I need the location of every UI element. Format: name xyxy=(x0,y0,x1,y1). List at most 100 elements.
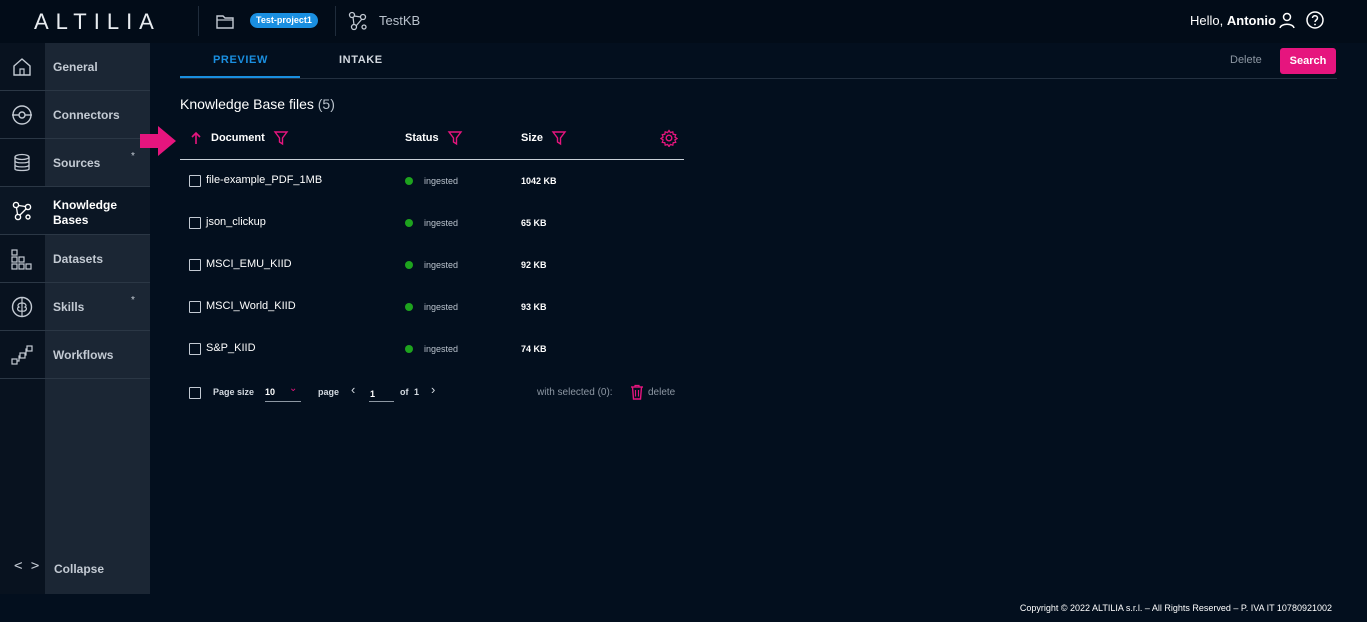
file-size: 65 KB xyxy=(521,218,547,228)
sidebar-item-skills[interactable]: Skills * xyxy=(0,283,150,331)
active-tab-indicator xyxy=(180,76,300,78)
chevron-right-icon[interactable]: › xyxy=(431,382,435,397)
document-name[interactable]: MSCI_EMU_KIID xyxy=(206,258,292,270)
sidebar-item-datasets[interactable]: Datasets xyxy=(0,235,150,283)
status-text: ingested xyxy=(424,260,459,270)
app-logo[interactable]: ALTILIA xyxy=(34,9,161,35)
with-selected-label: with selected (0): xyxy=(537,387,613,398)
sidebar: General Connectors Sources * Knowledge B… xyxy=(0,43,150,594)
row-checkbox[interactable] xyxy=(189,301,201,313)
document-name[interactable]: MSCI_World_KIID xyxy=(206,300,296,312)
folder-icon[interactable] xyxy=(214,10,236,32)
status-text: ingested xyxy=(424,176,459,186)
table-row[interactable]: file-example_PDF_1MB ingested 1042 KB xyxy=(180,160,684,202)
star-marker: * xyxy=(131,151,135,162)
greeting-prefix: Hello, xyxy=(1190,13,1224,28)
status-dot xyxy=(405,345,413,353)
search-button[interactable]: Search xyxy=(1280,48,1336,74)
status-text: ingested xyxy=(424,218,459,228)
tab-intake[interactable]: INTAKE xyxy=(339,54,383,66)
copyright-text: Copyright © 2022 ALTILIA s.r.l. – All Ri… xyxy=(1019,603,1332,613)
row-checkbox[interactable] xyxy=(189,175,201,187)
status-text: ingested xyxy=(424,302,459,312)
bulk-delete-button[interactable]: delete xyxy=(648,387,675,398)
sidebar-item-sources[interactable]: Sources * xyxy=(0,139,150,187)
table-row[interactable]: MSCI_World_KIID ingested 93 KB xyxy=(180,286,684,328)
sidebar-item-label: Knowledge Bases xyxy=(53,198,118,227)
file-count: (5) xyxy=(317,96,335,112)
status-dot xyxy=(405,303,413,311)
sidebar-item-label: Skills xyxy=(53,300,85,314)
star-marker: * xyxy=(131,295,135,306)
kb-name: TestKB xyxy=(379,13,421,28)
sidebar-item-label: Connectors xyxy=(53,108,120,122)
status-dot xyxy=(405,177,413,185)
table-row[interactable]: json_clickup ingested 65 KB xyxy=(180,202,684,244)
filter-icon[interactable] xyxy=(551,130,567,146)
total-pages: 1 xyxy=(414,387,420,397)
arrow-right-icon xyxy=(138,124,178,158)
of-label: of xyxy=(400,387,409,397)
row-checkbox[interactable] xyxy=(189,217,201,229)
collapse-label: Collapse xyxy=(54,562,105,576)
tab-preview[interactable]: PREVIEW xyxy=(213,54,268,66)
page-label: page xyxy=(318,387,340,397)
status-text: ingested xyxy=(424,344,459,354)
divider xyxy=(198,6,199,36)
column-header-document[interactable]: Document xyxy=(211,132,265,144)
sidebar-item-knowledge-bases[interactable]: Knowledge Bases xyxy=(0,187,150,235)
filter-icon[interactable] xyxy=(273,130,289,146)
database-icon xyxy=(10,151,34,175)
graph-icon xyxy=(347,10,369,32)
page-size-value: 10 xyxy=(265,387,276,397)
file-size: 92 KB xyxy=(521,260,547,270)
sort-ascending-icon[interactable] xyxy=(188,130,204,146)
file-size: 74 KB xyxy=(521,344,547,354)
sidebar-item-label: Sources xyxy=(53,156,101,170)
sidebar-item-general[interactable]: General xyxy=(0,43,150,91)
gear-icon[interactable] xyxy=(659,129,679,148)
chevron-left-icon[interactable]: ‹ xyxy=(351,382,355,397)
collapse-button[interactable]: < > Collapse xyxy=(0,554,150,584)
page-number-value: 1 xyxy=(370,389,376,399)
column-header-size[interactable]: Size xyxy=(521,132,543,144)
sidebar-item-label: Datasets xyxy=(53,252,104,266)
delete-button[interactable]: Delete xyxy=(1230,54,1262,66)
document-name[interactable]: json_clickup xyxy=(206,216,266,228)
document-name[interactable]: S&P_KIID xyxy=(206,342,256,354)
trash-icon[interactable] xyxy=(630,384,644,400)
sidebar-item-label: Workflows xyxy=(53,348,114,362)
grid-icon xyxy=(10,247,34,271)
user-icon[interactable] xyxy=(1276,10,1298,32)
status-dot xyxy=(405,219,413,227)
help-icon[interactable] xyxy=(1304,10,1326,32)
sidebar-item-connectors[interactable]: Connectors xyxy=(0,91,150,139)
tab-bar: PREVIEW INTAKE xyxy=(180,43,1337,79)
page-number-input[interactable]: 1 xyxy=(369,384,394,402)
user-name: Antonio xyxy=(1226,13,1276,28)
filter-icon[interactable] xyxy=(447,130,463,146)
divider xyxy=(335,6,336,36)
table-row[interactable]: MSCI_EMU_KIID ingested 92 KB xyxy=(180,244,684,286)
sidebar-item-workflows[interactable]: Workflows xyxy=(0,331,150,379)
document-name[interactable]: file-example_PDF_1MB xyxy=(206,174,322,186)
graph-icon xyxy=(10,199,34,223)
footer: Copyright © 2022 ALTILIA s.r.l. – All Ri… xyxy=(0,594,1367,622)
row-checkbox[interactable] xyxy=(189,259,201,271)
section-title-text: Knowledge Base files xyxy=(180,96,314,112)
file-size: 93 KB xyxy=(521,302,547,312)
sidebar-item-label: General xyxy=(53,60,98,74)
home-icon xyxy=(10,55,34,79)
pagination-bar: Page size 10 ⌄ page ‹ 1 of 1 › with sele… xyxy=(180,378,684,408)
workflow-icon xyxy=(10,343,34,367)
section-title: Knowledge Base files (5) xyxy=(180,96,335,112)
column-header-status[interactable]: Status xyxy=(405,132,439,144)
page-size-select[interactable]: 10 ⌄ xyxy=(265,383,301,402)
select-all-checkbox[interactable] xyxy=(189,387,201,399)
project-badge[interactable]: Test-project1 xyxy=(250,13,318,28)
top-bar: ALTILIA Test-project1 TestKB Hello, Anto… xyxy=(0,0,1367,43)
chevron-down-icon: ⌄ xyxy=(289,383,298,394)
page-size-label: Page size xyxy=(213,387,255,397)
row-checkbox[interactable] xyxy=(189,343,201,355)
table-row[interactable]: S&P_KIID ingested 74 KB xyxy=(180,328,684,370)
